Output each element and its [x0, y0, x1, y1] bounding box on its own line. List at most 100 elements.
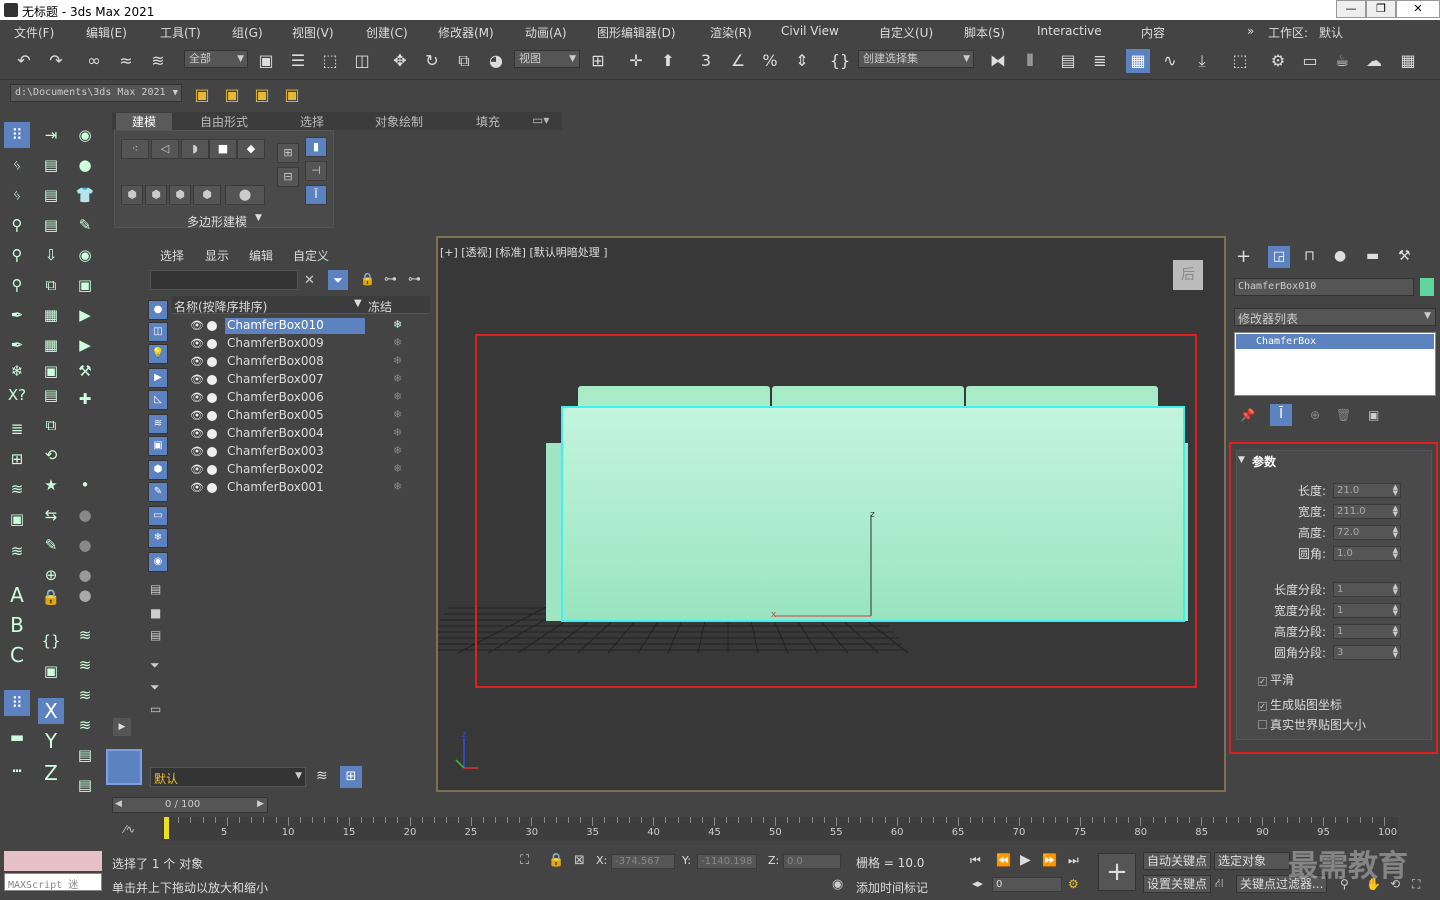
render-dot-icon[interactable]: [207, 447, 217, 457]
display-shapes-icon[interactable]: ◫: [148, 322, 168, 342]
ring-icon[interactable]: ⬤: [225, 185, 265, 205]
circle-small-icon[interactable]: ●: [72, 502, 98, 528]
star-icon[interactable]: ★: [38, 472, 64, 498]
render-dot-icon[interactable]: [207, 411, 217, 421]
object-name[interactable]: ChamferBox008: [225, 354, 365, 370]
modify-mode-icon[interactable]: ⬢: [121, 185, 143, 205]
axis-x-icon[interactable]: X: [38, 698, 64, 724]
redo-icon[interactable]: ↷: [44, 49, 68, 73]
render-dot-icon[interactable]: [207, 429, 217, 439]
curve-editor-icon[interactable]: ∿: [1158, 49, 1182, 73]
viewport-label[interactable]: [+] [透视] [标准] [默认明暗处理 ]: [440, 244, 608, 260]
render-dot-icon[interactable]: [207, 357, 217, 367]
selected-object-dropdown[interactable]: 选定对象: [1214, 852, 1290, 870]
shrink-icon[interactable]: ⬢: [145, 185, 167, 205]
letter-b-icon[interactable]: B: [4, 612, 30, 638]
add-layer-icon[interactable]: ⊞: [4, 446, 30, 472]
time-config-icon[interactable]: ⚙: [1068, 877, 1079, 891]
select-manipulate-icon[interactable]: ✛: [624, 49, 648, 73]
filter-3-icon[interactable]: ⏷: [150, 680, 160, 695]
edit-icon[interactable]: ✎: [38, 532, 64, 558]
tab-object-paint[interactable]: 对象绘制: [375, 113, 423, 130]
next-frame-icon[interactable]: ▶: [257, 799, 264, 809]
reference-coordinate-dropdown[interactable]: 视图 ▼: [514, 50, 580, 68]
visibility-eye-icon[interactable]: 👁: [190, 427, 204, 440]
project-path-dropdown[interactable]: d:\Documents\3ds Max 2021 ▼: [10, 84, 182, 102]
toggle-scene-explorer-icon[interactable]: ▤: [1056, 49, 1080, 73]
col-freeze[interactable]: 冻结: [368, 298, 392, 315]
shirt-icon[interactable]: 👕: [72, 182, 98, 208]
menu-modifiers[interactable]: 修改器(M): [438, 24, 494, 41]
sphere-select-icon[interactable]: ◉: [72, 242, 98, 268]
modify-tab-icon[interactable]: ◲: [1268, 246, 1290, 268]
visibility-eye-icon[interactable]: 👁: [190, 445, 204, 458]
menu-civil-view[interactable]: Civil View: [781, 24, 839, 38]
object-name[interactable]: ChamferBox006: [225, 390, 365, 406]
move-icon[interactable]: ✥: [388, 49, 412, 73]
filter-4-icon[interactable]: ▭: [150, 702, 161, 716]
layer-icon[interactable]: ▤: [38, 152, 64, 178]
selection-lock-icon[interactable]: 🔒: [548, 853, 564, 868]
scene-row[interactable]: 👁 ChamferBox008 ❄: [180, 353, 430, 371]
render-dot-icon[interactable]: [207, 321, 217, 331]
letter-c-icon[interactable]: C: [4, 642, 30, 668]
measure-icon[interactable]: ┅: [4, 758, 30, 784]
undo-icon[interactable]: ↶: [12, 49, 36, 73]
absolute-mode-icon[interactable]: ⊠: [574, 853, 585, 868]
freeze-icon[interactable]: ▦: [38, 302, 64, 328]
keyboard-shortcut-override-icon[interactable]: ⬆: [656, 49, 680, 73]
play-icon[interactable]: ▶: [72, 302, 98, 328]
scene-menu-edit[interactable]: 编辑: [249, 247, 273, 264]
create-tab-icon[interactable]: +: [1236, 246, 1251, 267]
toggle-layer-explorer-icon[interactable]: ≣: [1088, 49, 1112, 73]
freeze-snowflake-icon[interactable]: ❄: [393, 390, 402, 403]
element-mode-icon[interactable]: ◆: [237, 139, 265, 159]
close-button[interactable]: ✕: [1396, 0, 1440, 18]
menu-edit[interactable]: 编辑(E): [86, 24, 127, 41]
visibility-eye-icon[interactable]: 👁: [190, 373, 204, 386]
scene-row[interactable]: 👁 ChamferBox003 ❄: [180, 443, 430, 461]
display-xrefs-icon[interactable]: ⬢: [148, 460, 168, 480]
show-end-result-icon[interactable]: Ī: [305, 185, 327, 205]
menu-views[interactable]: 视图(V): [292, 24, 334, 41]
viewport-layout-button[interactable]: [106, 749, 142, 785]
axis-grid-icon[interactable]: ⠿: [4, 690, 30, 716]
configure-modifier-icon[interactable]: ▣: [1368, 408, 1379, 422]
display-cameras-icon[interactable]: ▶: [148, 368, 168, 388]
menu-rendering[interactable]: 渲染(R): [710, 24, 752, 41]
track-bar[interactable]: 5 10 15 20 25 30 35 40 45 50 55 60 65 70 75 80 85 90 95 100: [162, 817, 1398, 841]
dot-icon[interactable]: •: [72, 472, 98, 498]
render-in-cloud-icon[interactable]: ☁: [1362, 49, 1386, 73]
layer-stack-icon[interactable]: ⧉: [38, 272, 64, 298]
visibility-eye-icon[interactable]: 👁: [190, 319, 204, 332]
display-geometry-icon[interactable]: ●: [148, 300, 168, 320]
lasso-icon[interactable]: ᛃ: [4, 152, 30, 178]
render-dot-icon[interactable]: [207, 375, 217, 385]
workspace-dropdown[interactable]: 默认: [1319, 24, 1343, 41]
vertex-icon[interactable]: ⚲: [4, 272, 30, 298]
object-name[interactable]: ChamferBox001: [225, 480, 365, 496]
freeze-snowflake-icon[interactable]: ❄: [393, 318, 402, 331]
col-name[interactable]: 名称(按降序排序): [174, 298, 267, 315]
save-icon[interactable]: ▤: [38, 382, 64, 408]
isolate-selection-icon[interactable]: ⛶: [520, 853, 529, 868]
snowflake-icon[interactable]: ❄: [4, 358, 30, 384]
display-all-icon[interactable]: ▤: [150, 582, 161, 596]
scene-row[interactable]: 👁 ChamferBox007 ❄: [180, 371, 430, 389]
brush-icon[interactable]: ✎: [72, 212, 98, 238]
ruler-icon[interactable]: ▬: [4, 724, 30, 750]
window-crossing-icon[interactable]: ◫: [350, 49, 374, 73]
placement-icon[interactable]: ◕: [484, 49, 508, 73]
expand-panel-icon[interactable]: ▶: [113, 718, 131, 736]
scene-row[interactable]: 👁 ChamferBox004 ❄: [180, 425, 430, 443]
plus-icon[interactable]: ✚: [72, 386, 98, 412]
visibility-eye-icon[interactable]: 👁: [190, 409, 204, 422]
braces-icon[interactable]: {}: [38, 628, 64, 654]
menu-create[interactable]: 创建(C): [366, 24, 408, 41]
display-helpers-icon[interactable]: ◺: [148, 390, 168, 410]
project-folder-icon[interactable]: ▣: [280, 83, 304, 107]
pen-icon[interactable]: ✒: [4, 302, 30, 328]
visibility-eye-icon[interactable]: 👁: [190, 337, 204, 350]
maximize-button[interactable]: ❐: [1366, 0, 1396, 18]
tab-freeform[interactable]: 自由形式: [200, 113, 248, 130]
